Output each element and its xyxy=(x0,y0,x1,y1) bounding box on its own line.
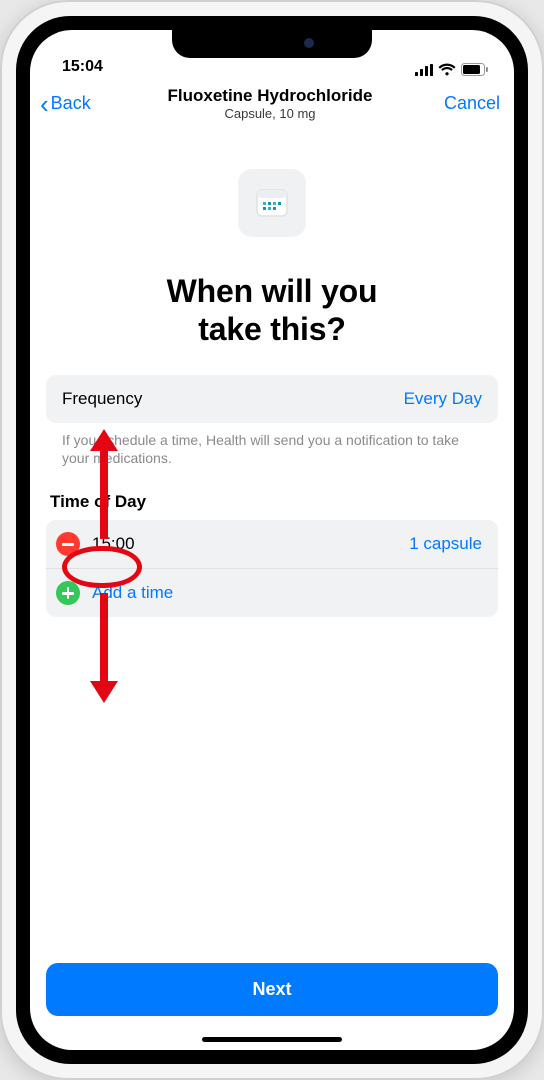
nav-bar: ‹ Back Fluoxetine Hydrochloride Capsule,… xyxy=(30,78,514,131)
notch xyxy=(172,28,372,58)
add-time-row[interactable]: Add a time xyxy=(46,569,498,617)
add-time-label: Add a time xyxy=(92,583,173,603)
home-indicator[interactable] xyxy=(202,1037,342,1042)
frequency-row[interactable]: Frequency Every Day xyxy=(46,375,498,423)
time-card: 15:00 1 capsule Add a time xyxy=(46,520,498,617)
back-label: Back xyxy=(51,93,91,114)
chevron-left-icon: ‹ xyxy=(40,91,49,117)
helper-text: If you schedule a time, Health will send… xyxy=(46,423,498,469)
page-heading: When will you take this? xyxy=(46,273,498,349)
cancel-button[interactable]: Cancel xyxy=(420,93,500,114)
phone-frame: 15:04 ‹ Back xyxy=(0,0,544,1080)
frequency-card: Frequency Every Day xyxy=(46,375,498,423)
frequency-label: Frequency xyxy=(62,389,142,409)
battery-icon xyxy=(461,63,488,76)
dose-value[interactable]: 1 capsule xyxy=(409,534,482,554)
calendar-pill-icon xyxy=(238,169,306,237)
content: When will you take this? Frequency Every… xyxy=(30,131,514,1050)
nav-title-sub: Capsule, 10 mg xyxy=(120,106,420,121)
time-of-day-label: Time of Day xyxy=(46,468,498,520)
cellular-icon xyxy=(415,64,433,76)
nav-title: Fluoxetine Hydrochloride Capsule, 10 mg xyxy=(120,86,420,121)
time-row: 15:00 1 capsule xyxy=(46,520,498,569)
wifi-icon xyxy=(438,63,456,76)
nav-title-main: Fluoxetine Hydrochloride xyxy=(120,86,420,106)
bezel: 15:04 ‹ Back xyxy=(16,16,528,1064)
back-button[interactable]: ‹ Back xyxy=(40,91,120,117)
time-value[interactable]: 15:00 xyxy=(92,534,135,554)
next-button[interactable]: Next xyxy=(46,963,498,1016)
status-time: 15:04 xyxy=(62,58,103,76)
frequency-value: Every Day xyxy=(404,389,482,409)
add-time-icon xyxy=(56,581,80,605)
screen: 15:04 ‹ Back xyxy=(30,30,514,1050)
remove-time-icon[interactable] xyxy=(56,532,80,556)
